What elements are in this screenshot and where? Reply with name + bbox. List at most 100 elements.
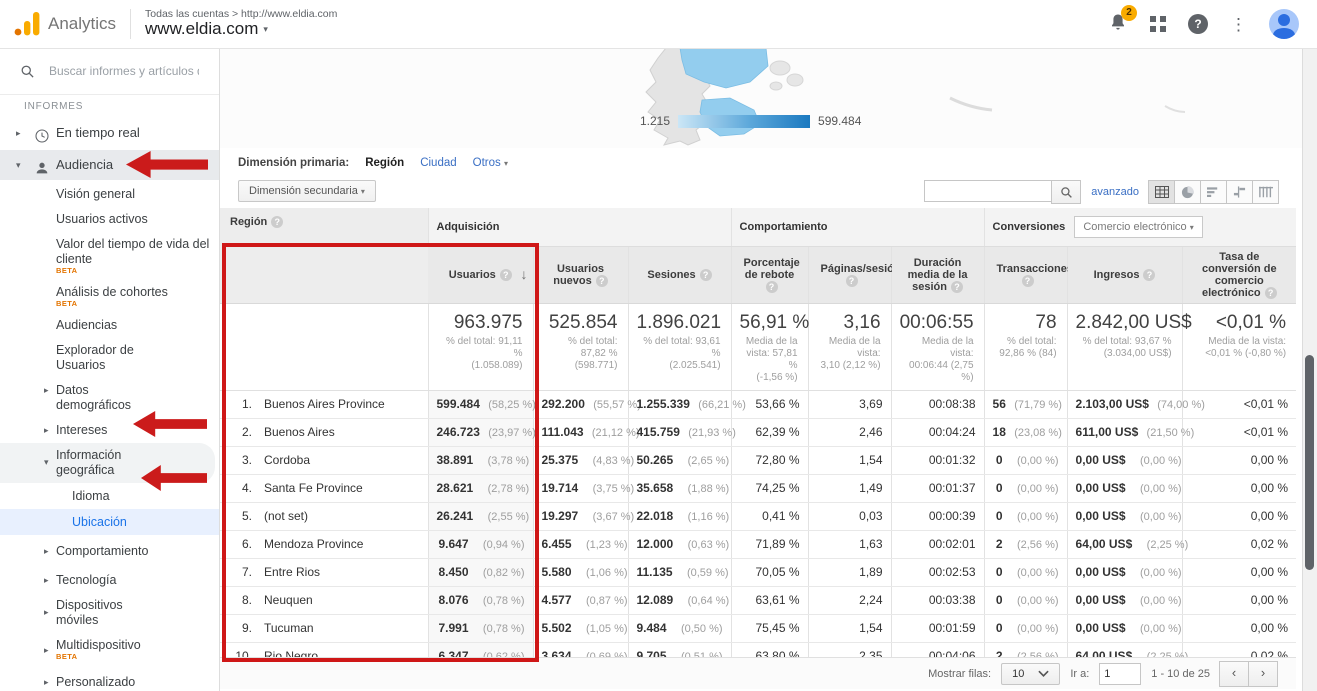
table-row[interactable]: 3.Cordoba 38.891(3,78 %) 25.375(4,83 %) … (220, 446, 1296, 474)
sidebar-item-mobile[interactable]: ▸ Dispositivos móviles (0, 593, 164, 633)
comparison-view-button[interactable] (1226, 180, 1253, 204)
sidebar-item-language[interactable]: Idioma (0, 483, 219, 509)
chevron-right-icon[interactable]: ▸ (44, 605, 49, 620)
help-icon[interactable]: ? (500, 269, 512, 281)
table-view-button[interactable] (1148, 180, 1175, 204)
ecommerce-selector[interactable]: Comercio electrónico ▾ (1074, 216, 1202, 238)
summary-metric-cell: 2.842,00 US$ % del total: 93,67 % (3.034… (1067, 303, 1182, 390)
sidebar-item-technology[interactable]: ▸ Tecnología (0, 568, 219, 593)
region-name-cell[interactable]: 3.Cordoba (220, 446, 428, 474)
help-button[interactable]: ? (1188, 14, 1208, 34)
help-icon[interactable]: ? (1143, 269, 1155, 281)
users-cell: 38.891(3,78 %) (428, 446, 533, 474)
sort-desc-icon[interactable]: ↓ (521, 266, 528, 282)
goto-page-input[interactable] (1099, 663, 1141, 685)
sidebar-item-cohort-analysis[interactable]: Análisis de cohortes BETA (0, 280, 219, 313)
analytics-logo[interactable]: Analytics (0, 12, 130, 36)
chevron-right-icon[interactable]: ▸ (44, 643, 49, 658)
header-divider (130, 9, 131, 39)
column-header-new-users[interactable]: Usuarios nuevos? (533, 246, 628, 303)
vertical-scrollbar[interactable] (1302, 48, 1317, 691)
chevron-right-icon[interactable]: ▸ (44, 423, 49, 438)
table-row[interactable]: 6.Mendoza Province 9.647(0,94 %) 6.455(1… (220, 530, 1296, 558)
sidebar-item-audience[interactable]: ▾ Audiencia (0, 150, 220, 180)
apps-grid-button[interactable] (1150, 16, 1166, 32)
new-users-cell: 19.714(3,75 %) (533, 474, 628, 502)
dimension-region[interactable]: Región (365, 157, 404, 169)
table-row[interactable]: 9.Tucuman 7.991(0,78 %) 5.502(1,05 %) 9.… (220, 614, 1296, 642)
sidebar-item-custom[interactable]: ▸ Personalizado (0, 670, 219, 691)
help-icon[interactable]: ? (951, 281, 963, 293)
help-icon[interactable]: ? (271, 216, 283, 228)
account-switcher[interactable]: www.eldia.com ▾ (145, 20, 337, 39)
column-header-region[interactable]: Región? (220, 208, 428, 303)
notifications-button[interactable]: 2 (1108, 12, 1128, 37)
help-icon[interactable]: ? (700, 269, 712, 281)
dimension-city[interactable]: Ciudad (420, 157, 456, 169)
help-icon[interactable]: ? (596, 275, 608, 287)
rows-per-page-select[interactable]: 10 (1001, 663, 1060, 685)
sidebar-search[interactable] (0, 48, 219, 95)
help-icon[interactable]: ? (1265, 287, 1277, 299)
table-row[interactable]: 4.Santa Fe Province 28.621(2,78 %) 19.71… (220, 474, 1296, 502)
chevron-right-icon[interactable]: ▸ (16, 118, 21, 148)
overflow-menu-button[interactable]: ⋮ (1230, 16, 1247, 33)
performance-view-button[interactable] (1200, 180, 1227, 204)
next-page-button[interactable]: › (1248, 661, 1278, 687)
sidebar-item-location[interactable]: Ubicación (0, 509, 219, 535)
column-header-users[interactable]: Usuarios? ↓ (428, 246, 533, 303)
percentage-view-button[interactable] (1174, 180, 1201, 204)
region-name-cell[interactable]: 1.Buenos Aires Province (220, 390, 428, 418)
table-search-button[interactable] (1051, 180, 1081, 204)
region-name-cell[interactable]: 8.Neuquen (220, 586, 428, 614)
dimension-others[interactable]: Otros ▾ (473, 157, 508, 169)
table-search-input[interactable] (924, 180, 1051, 202)
region-name-cell[interactable]: 7.Entre Rios (220, 558, 428, 586)
prev-page-button[interactable]: ‹ (1219, 661, 1249, 687)
sidebar-item-demographics[interactable]: ▸ Datos demográficos (0, 378, 174, 418)
help-icon[interactable]: ? (1022, 275, 1034, 287)
region-name-cell[interactable]: 6.Mendoza Province (220, 530, 428, 558)
sidebar-item-overview[interactable]: Visión general (0, 182, 219, 207)
sidebar-item-lifetime-value[interactable]: Valor del tiempo de vida del cliente BET… (0, 232, 219, 280)
column-header-ecommerce-rate[interactable]: Tasa de conversión de comercio electróni… (1182, 246, 1296, 303)
column-header-bounce-rate[interactable]: Porcentaje de rebote? (731, 246, 808, 303)
region-name-cell[interactable]: 5.(not set) (220, 502, 428, 530)
chevron-right-icon[interactable]: ▸ (44, 544, 49, 559)
sidebar-item-realtime[interactable]: ▸ En tiempo real (0, 118, 219, 148)
column-header-avg-duration[interactable]: Duración media de la sesión? (891, 246, 984, 303)
table-row[interactable]: 1.Buenos Aires Province 599.484(58,25 %)… (220, 390, 1296, 418)
chevron-down-icon[interactable]: ▾ (16, 150, 21, 180)
advanced-search-link[interactable]: avanzado (1091, 186, 1139, 198)
table-row[interactable]: 5.(not set) 26.241(2,55 %) 19.297(3,67 %… (220, 502, 1296, 530)
avatar[interactable] (1269, 9, 1299, 39)
help-icon[interactable]: ? (766, 281, 778, 293)
sessions-cell: 9.484(0,50 %) (628, 614, 731, 642)
region-name-cell[interactable]: 9.Tucuman (220, 614, 428, 642)
sidebar-item-geo[interactable]: ▾ Información geográfica (0, 443, 215, 483)
table-row[interactable]: 8.Neuquen 8.076(0,78 %) 4.577(0,87 %) 12… (220, 586, 1296, 614)
column-header-revenue[interactable]: Ingresos? (1067, 246, 1182, 303)
sidebar-item-active-users[interactable]: Usuarios activos (0, 207, 219, 232)
sidebar-search-input[interactable] (47, 63, 201, 79)
sidebar-item-audiences[interactable]: Audiencias (0, 313, 219, 338)
sidebar-item-interests[interactable]: ▸ Intereses (0, 418, 219, 443)
region-name-cell[interactable]: 2.Buenos Aires (220, 418, 428, 446)
secondary-dimension-button[interactable]: Dimensión secundaria ▾ (238, 180, 376, 202)
help-icon[interactable]: ? (846, 275, 858, 287)
chevron-right-icon[interactable]: ▸ (44, 675, 49, 690)
chevron-down-icon[interactable]: ▾ (44, 455, 49, 470)
table-row[interactable]: 2.Buenos Aires 246.723(23,97 %) 111.043(… (220, 418, 1296, 446)
pivot-view-button[interactable] (1252, 180, 1279, 204)
region-name-cell[interactable]: 4.Santa Fe Province (220, 474, 428, 502)
column-header-pages-session[interactable]: Páginas/sesión? (808, 246, 891, 303)
sidebar-item-user-explorer[interactable]: Explorador de Usuarios (0, 338, 184, 378)
table-row[interactable]: 7.Entre Rios 8.450(0,82 %) 5.580(1,06 %)… (220, 558, 1296, 586)
column-header-sessions[interactable]: Sesiones? (628, 246, 731, 303)
sidebar-item-cross-device[interactable]: ▸ Multidispositivo BETA (0, 633, 219, 666)
chevron-right-icon[interactable]: ▸ (44, 383, 49, 398)
column-header-transactions[interactable]: Transacciones? (984, 246, 1067, 303)
scrollbar-thumb[interactable] (1305, 355, 1314, 570)
sidebar-item-behavior[interactable]: ▸ Comportamiento (0, 539, 219, 564)
chevron-right-icon[interactable]: ▸ (44, 573, 49, 588)
